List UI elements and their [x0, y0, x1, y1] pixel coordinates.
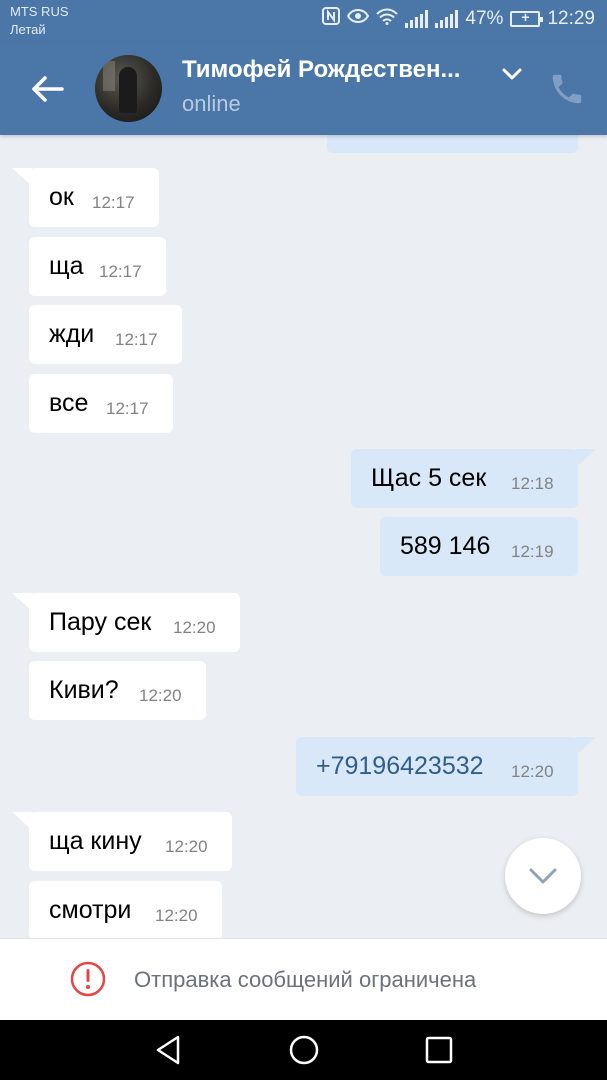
carrier-subtitle: Летай [10, 22, 46, 37]
home-circle-icon[interactable] [287, 1033, 321, 1067]
message-text: жди [49, 320, 95, 348]
message-text: Щас 5 сек [371, 464, 487, 492]
message-time: 12:20 [165, 837, 208, 856]
message-time: 12:17 [92, 193, 135, 212]
nfc-icon [322, 7, 341, 31]
bubble-tail [576, 449, 596, 467]
battery-icon: + [510, 9, 544, 27]
message-bubble-incoming[interactable]: Пару сек 12:20 [29, 593, 240, 652]
signal-icon [405, 10, 429, 28]
battery-percent: 47% [465, 8, 504, 29]
back-triangle-icon[interactable] [152, 1033, 186, 1067]
message-bubble-outgoing[interactable]: +79196423532 12:20 [296, 737, 578, 796]
message-text: смотри [49, 896, 132, 924]
message-bubble-outgoing[interactable]: Щас 5 сек 12:18 [351, 449, 578, 508]
message-bubble-incoming[interactable]: смотри 12:20 [29, 881, 222, 940]
call-button[interactable] [548, 70, 586, 108]
message-bubble-incoming[interactable]: ща 12:17 [29, 237, 166, 296]
message-bubble-incoming[interactable]: Киви? 12:20 [29, 661, 206, 720]
message-time: 12:19 [511, 542, 554, 561]
restriction-banner: Отправка сообщений ограничена [0, 938, 607, 1021]
restriction-text: Отправка сообщений ограничена [134, 967, 477, 992]
carrier-name: MTS RUS [10, 4, 69, 19]
message-time: 12:20 [173, 618, 216, 637]
message-time: 12:20 [155, 906, 198, 925]
status-bar: MTS RUS Летай 47% + 12:29 [0, 0, 607, 42]
message-text: Киви? [49, 676, 119, 704]
message-time: 12:17 [99, 262, 142, 281]
message-bubble-incoming[interactable]: ок 12:17 [29, 168, 159, 227]
message-time: 12:20 [139, 686, 182, 705]
message-time: 12:17 [115, 330, 158, 349]
message-text: Пару сек [49, 608, 152, 636]
recents-square-icon[interactable] [422, 1033, 456, 1067]
signal-icon [435, 10, 459, 28]
back-button[interactable] [22, 64, 72, 114]
chat-header: Тимофей Рождествен... online [0, 42, 607, 135]
message-text: ок [49, 183, 74, 211]
eye-icon [347, 8, 370, 30]
message-time: 12:20 [511, 762, 554, 781]
message-text: ща [49, 252, 84, 280]
scroll-down-button[interactable] [505, 838, 581, 914]
message-bubble-outgoing[interactable]: 589 146 12:19 [380, 517, 578, 576]
contact-status: online [182, 91, 241, 116]
exclamation-circle-icon [70, 961, 106, 997]
chevron-down-icon [529, 868, 557, 884]
message-time: 12:17 [106, 399, 149, 418]
message-bubble-incoming[interactable]: ща кину 12:20 [29, 812, 232, 871]
phone-link[interactable]: +79196423532 [316, 752, 484, 781]
bubble-tail [576, 737, 596, 755]
arrow-left-icon [32, 76, 64, 102]
message-bubble-incoming[interactable]: жди 12:17 [29, 305, 182, 364]
message-bubble-incoming[interactable]: все 12:17 [29, 374, 173, 433]
message-text: все [49, 389, 89, 417]
avatar[interactable] [95, 55, 162, 122]
navigation-bar [0, 1020, 607, 1080]
message-text: 589 146 [400, 532, 491, 560]
contact-name[interactable]: Тимофей Рождествен... [182, 56, 460, 84]
clock: 12:29 [547, 8, 595, 29]
chevron-down-icon[interactable] [500, 62, 524, 86]
wifi-icon [376, 8, 399, 31]
message-text: ща кину [49, 827, 142, 855]
message-time: 12:18 [511, 474, 554, 493]
